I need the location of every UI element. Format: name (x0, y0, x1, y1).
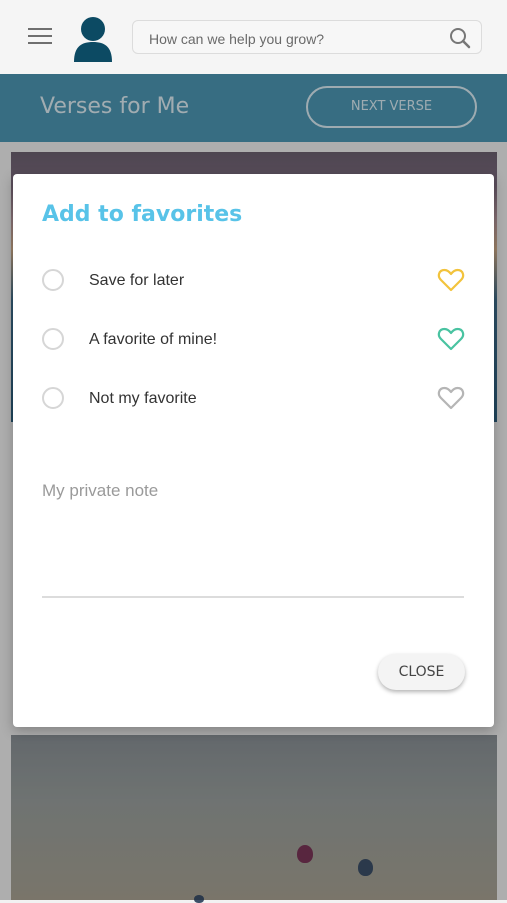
heart-gray-icon (437, 385, 465, 411)
option-favorite-of-mine[interactable]: A favorite of mine! (13, 318, 494, 362)
option-label: A favorite of mine! (89, 331, 218, 348)
search-bar (132, 20, 482, 54)
heart-yellow-icon (437, 267, 465, 293)
user-avatar-icon[interactable] (72, 16, 114, 62)
close-button[interactable]: CLOSE (378, 654, 465, 690)
option-not-my-favorite[interactable]: Not my favorite (13, 377, 494, 421)
option-label: Not my favorite (89, 390, 197, 407)
radio-button[interactable] (42, 387, 64, 409)
radio-button[interactable] (42, 269, 64, 291)
option-label: Save for later (89, 272, 185, 289)
search-icon[interactable] (449, 27, 471, 49)
private-note-label: My private note (42, 481, 159, 500)
add-to-favorites-dialog: Add to favorites Save for later A favori… (13, 174, 494, 727)
search-input[interactable] (147, 27, 441, 51)
hamburger-menu-icon[interactable] (28, 28, 52, 46)
dialog-title: Add to favorites (42, 202, 243, 227)
private-note-input[interactable] (42, 509, 468, 597)
radio-button[interactable] (42, 328, 64, 350)
option-save-for-later[interactable]: Save for later (13, 259, 494, 303)
note-underline (42, 596, 464, 598)
top-app-bar (0, 0, 507, 74)
heart-green-icon (437, 326, 465, 352)
